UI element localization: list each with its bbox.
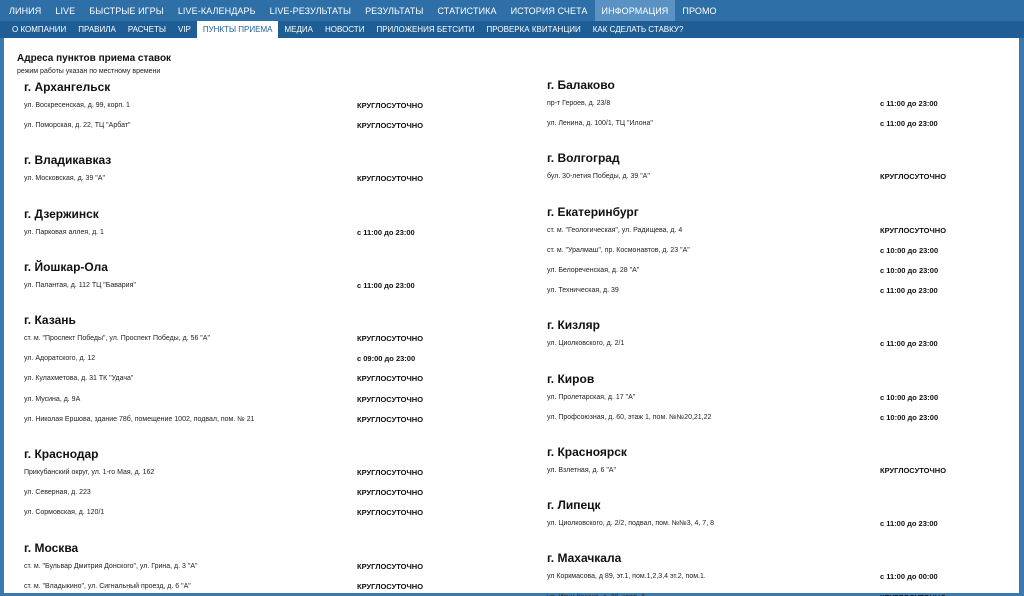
city-heading: г. Краснодар: [24, 447, 99, 461]
city-heading: г. Киров: [547, 371, 595, 386]
topnav-item-0[interactable]: ЛИНИЯ: [2, 0, 48, 21]
city-heading: г. Москва: [24, 540, 79, 555]
opening-hours: с 10:00 до 23:00: [880, 412, 939, 422]
opening-hours: КРУГЛОСУТОЧНО: [357, 414, 424, 424]
address-text: ул. Техническая, д. 39: [547, 287, 619, 295]
city-heading: г. Балаково: [547, 78, 615, 92]
address-text: ул. Кулахметова, д. 31 ТК "Удача": [24, 375, 134, 383]
city-heading: г. Липецк: [547, 498, 601, 513]
address-text: ул. Московская, д. 39 "А": [24, 175, 105, 183]
opening-hours: с 11:00 до 00:00: [880, 572, 938, 582]
topnav-item-6[interactable]: СТАТИСТИКА: [431, 0, 504, 21]
address-text: ул. Пролетарская, д. 17 "А": [547, 393, 636, 401]
address-text: ул. Циолковского, д. 2/1: [547, 340, 625, 348]
topnav-item-3[interactable]: LIVE-КАЛЕНДАРЬ: [171, 0, 263, 21]
opening-hours: КРУГЛОСУТОЧНО: [357, 394, 424, 404]
opening-hours: КРУГЛОСУТОЧНО: [357, 101, 424, 110]
subnav-item-9[interactable]: КАК СДЕЛАТЬ СТАВКУ?: [587, 21, 690, 38]
city-heading: г. Архангельск: [24, 80, 111, 94]
subnav-item-7[interactable]: ПРИЛОЖЕНИЯ БЕТСИТИ: [370, 21, 480, 38]
address-text: ул. Поморская, д. 22, ТЦ "Арбат": [24, 122, 131, 130]
opening-hours: с 10:00 до 23:00: [880, 245, 939, 255]
opening-hours: с 11:00 до 23:00: [357, 227, 415, 237]
topnav-item-2[interactable]: БЫСТРЫЕ ИГРЫ: [82, 0, 171, 21]
address-text: ул. Николая Ершова, здание 78б, помещени…: [24, 415, 255, 423]
subnav-item-4[interactable]: ПУНКТЫ ПРИЕМА: [196, 21, 279, 38]
address-text: ул. Сормовская, д. 120/1: [24, 509, 105, 517]
subnav-item-0[interactable]: О КОМПАНИИ: [6, 21, 72, 38]
address-text: ул. Взлетная, д. 6 "А": [547, 467, 616, 474]
address-text: ул. Палантая, д. 112 ТЦ "Бавария": [24, 281, 136, 289]
opening-hours: с 11:00 до 23:00: [880, 339, 938, 349]
opening-hours: КРУГЛОСУТОЧНО: [357, 121, 424, 131]
address-text: ст. м. "Бульвар Дмитрия Донского", ул. Г…: [24, 562, 198, 570]
city-heading: г. Кизляр: [547, 318, 600, 333]
opening-hours: с 11:00 до 23:00: [357, 280, 415, 290]
opening-hours: с 11:00 до 23:00: [880, 519, 938, 529]
address-text: ст. м. "Владыкино", ул. Сигнальный проез…: [24, 582, 191, 590]
subnav-item-5[interactable]: МЕДИА: [278, 21, 319, 38]
address-text: ул. Циолковского, д. 2/2, подвал, пом. №…: [547, 520, 714, 528]
opening-hours: КРУГЛОСУТОЧНО: [357, 468, 424, 477]
opening-hours: с 10:00 до 23:00: [880, 266, 939, 275]
topnav-item-7[interactable]: ИСТОРИЯ СЧЕТА: [504, 0, 595, 21]
topnav-item-9[interactable]: ПРОМО: [675, 0, 723, 21]
address-text: ст. м. "Проспект Победы", ул. Проспект П…: [24, 335, 210, 342]
subnav-item-6[interactable]: НОВОСТИ: [319, 21, 370, 38]
address-text: ул. Воскресенская, д. 99, корп. 1: [24, 102, 130, 109]
city-heading: г. Йошкар-Ола: [24, 259, 108, 274]
opening-hours: КРУГЛОСУТОЧНО: [357, 334, 424, 343]
content-panel: Адреса пунктов приема ставок режим работ…: [4, 38, 1019, 596]
address-text: ул Коркмасова, д 89, эт.1, пом.1,2,3,4 э…: [547, 573, 706, 581]
opening-hours: с 10:00 до 23:00: [880, 392, 939, 402]
page-title: Адреса пунктов приема ставок: [17, 53, 172, 64]
opening-hours: с 11:00 до 23:00: [880, 119, 938, 129]
city-heading: г. Красноярск: [547, 445, 627, 459]
city-heading: г. Махачкала: [547, 551, 622, 566]
topnav-item-5[interactable]: РЕЗУЛЬТАТЫ: [358, 0, 430, 21]
address-text: ул. Парковая аллея, д. 1: [24, 228, 104, 236]
top-navigation: ЛИНИЯ LIVE БЫСТРЫЕ ИГРЫ LIVE-КАЛЕНДАРЬ LIVE-…: [0, 0, 1024, 21]
address-text: ст. м. "Геологическая", ул. Радищева, д.…: [547, 226, 683, 234]
address-text: пр-т Героев, д. 23/8: [547, 100, 611, 107]
address-text: ул. Ленина, д. 100/1, ТЦ "Илона": [547, 120, 653, 128]
subnav-item-2[interactable]: РАСЧЕТЫ: [122, 21, 172, 38]
address-text: бул. 30-летия Победы, д. 39 "А": [547, 173, 650, 181]
subnav-item-1[interactable]: ПРАВИЛА: [72, 21, 122, 38]
address-text: Прикубанский округ, ул. 1-го Мая, д. 162: [24, 469, 155, 476]
opening-hours: с 11:00 до 23:00: [880, 286, 938, 296]
opening-hours: КРУГЛОСУТОЧНО: [357, 174, 424, 184]
topnav-item-4[interactable]: LIVE-РЕЗУЛЬТАТЫ: [263, 0, 358, 21]
city-heading: г. Волгоград: [547, 151, 620, 166]
opening-hours: КРУГЛОСУТОЧНО: [357, 488, 424, 498]
opening-hours: КРУГЛОСУТОЧНО: [357, 561, 424, 571]
opening-hours: с 11:00 до 23:00: [880, 99, 938, 108]
address-text: ул. Северная, д. 223: [24, 489, 91, 497]
opening-hours: КРУГЛОСУТОЧНО: [880, 593, 946, 596]
city-heading: г. Казань: [24, 313, 76, 327]
address-text: ул. Мусина, д. 9А: [24, 395, 81, 403]
address-text: ул. Профсоюзная, д. 60, этаж 1, пом. №№2…: [547, 413, 712, 421]
address-text: ул. Белореченская, д. 28 "А": [547, 267, 640, 274]
address-text: ст. м. "Уралмаш", пр. Космонавтов, д. 23…: [547, 246, 690, 254]
topnav-item-1[interactable]: LIVE: [48, 0, 82, 21]
subnav-item-8[interactable]: ПРОВЕРКА КВИТАНЦИИ: [480, 21, 586, 38]
city-heading: г. Дзержинск: [24, 206, 99, 221]
opening-hours: КРУГЛОСУТОЧНО: [880, 172, 947, 182]
city-heading: г. Владикавказ: [24, 153, 112, 168]
address-text: ул. Адоратского, д. 12: [24, 355, 96, 363]
opening-hours: КРУГЛОСУТОЧНО: [357, 508, 424, 518]
subnav-item-3[interactable]: VIP: [172, 21, 197, 38]
opening-hours: КРУГЛОСУТОЧНО: [880, 466, 947, 475]
topnav-item-8[interactable]: ИНФОРМАЦИЯ: [594, 0, 676, 21]
opening-hours: КРУГЛОСУТОЧНО: [880, 225, 947, 235]
city-heading: г. Екатеринбург: [547, 204, 639, 219]
opening-hours: КРУГЛОСУТОЧНО: [357, 581, 424, 591]
page-subtitle: режим работы указан по местному времени: [17, 68, 161, 75]
sub-navigation: О КОМПАНИИ ПРАВИЛА РАСЧЕТЫ VIP ПУНКТЫ ПРИЕМА…: [0, 21, 1024, 38]
opening-hours: КРУГЛОСУТОЧНО: [357, 374, 424, 384]
opening-hours: с 09:00 до 23:00: [357, 354, 416, 364]
